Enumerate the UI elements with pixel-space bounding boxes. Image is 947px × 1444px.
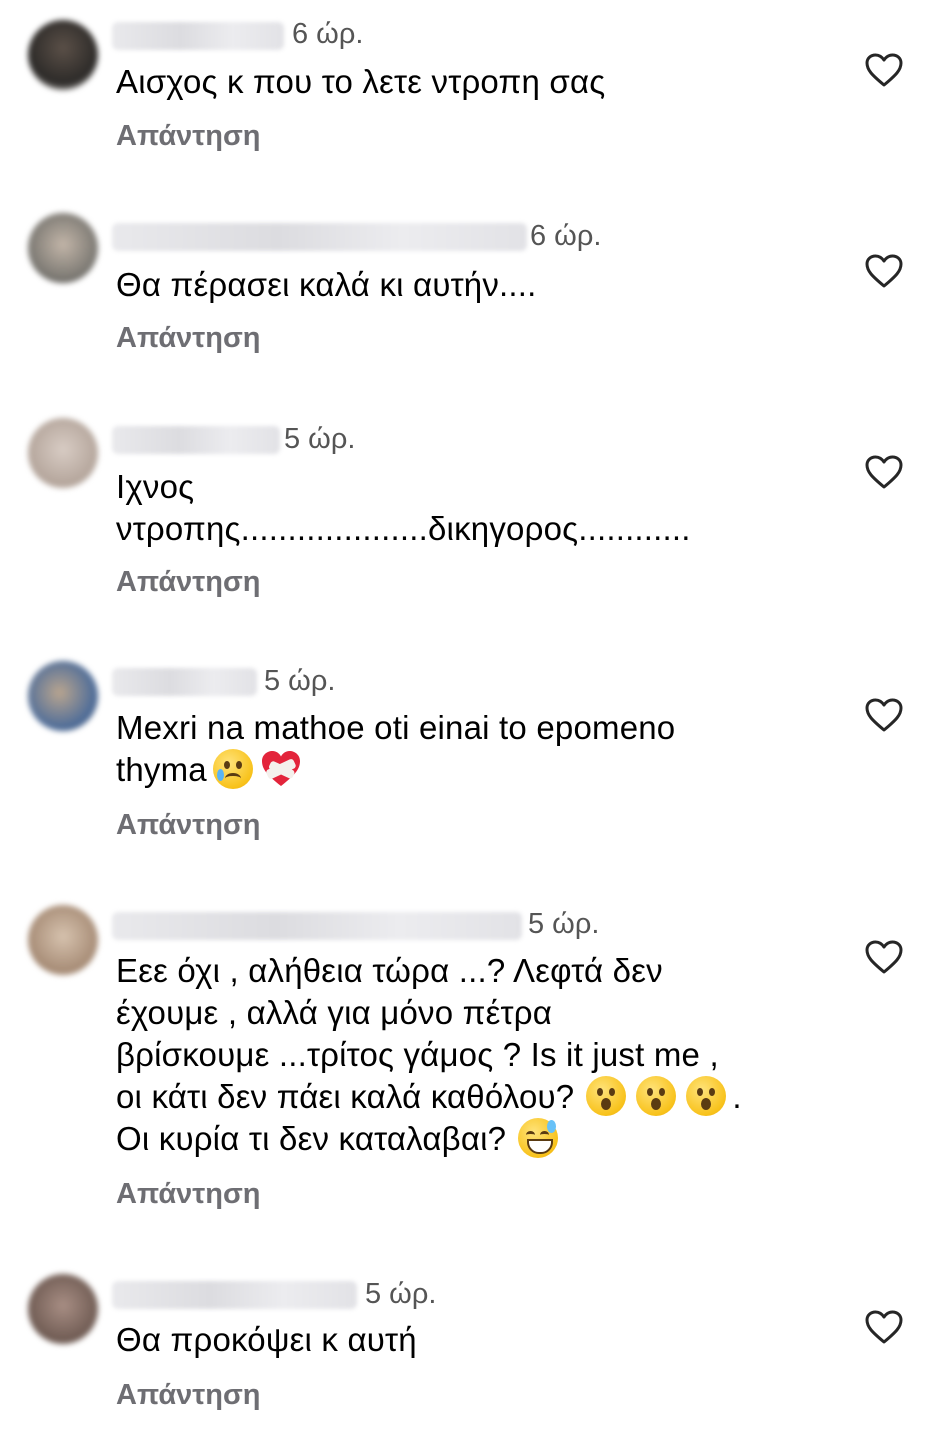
comment-text-line: Αισχος κ που το λετε ντροπη σας — [116, 63, 606, 100]
grinning-sweat-face-icon — [518, 1118, 559, 1158]
comment-time: 5 ώρ. — [284, 423, 356, 455]
reply-button[interactable]: Απάντηση — [116, 1178, 261, 1211]
username-blurred[interactable] — [112, 1281, 357, 1309]
comment-time: 6 ώρ. — [530, 220, 602, 252]
comment-text-line: Ιχνος — [116, 468, 195, 505]
comment-text-fragment: thyma — [116, 751, 207, 788]
reply-button[interactable]: Απάντηση — [116, 809, 261, 842]
username-blurred[interactable] — [112, 426, 280, 454]
comment-text-line: βρίσκουμε ...τρίτος γάμος ? Is it just m… — [116, 1036, 719, 1073]
username-blurred[interactable] — [112, 223, 527, 251]
avatar[interactable] — [28, 20, 98, 90]
comment-text-line-with-emoji: Οι κυρία τι δεν καταλαβαι? — [116, 1118, 836, 1160]
trailing-period: . — [732, 1078, 742, 1115]
mending-heart-icon — [261, 751, 300, 786]
heart-icon[interactable] — [864, 697, 904, 733]
comment-text-fragment: οι κάτι δεν πάει καλά καθόλου? — [116, 1078, 575, 1115]
username-blurred[interactable] — [112, 22, 284, 50]
avatar[interactable] — [28, 905, 98, 975]
heart-icon[interactable] — [864, 1309, 904, 1345]
heart-icon[interactable] — [864, 253, 904, 289]
comment-text-line-with-emoji: thyma — [116, 749, 836, 791]
comment-text: Θα προκόψει κ αυτή — [116, 1319, 836, 1361]
reply-button[interactable]: Απάντηση — [116, 322, 261, 355]
reply-button[interactable]: Απάντηση — [116, 120, 261, 153]
comment-time: 5 ώρ. — [365, 1278, 437, 1310]
comment-text-line: έχουμε , αλλά για μόνο πέτρα — [116, 994, 553, 1031]
comment-time: 5 ώρ. — [264, 665, 336, 697]
username-blurred[interactable] — [112, 912, 522, 940]
comment-time: 6 ώρ. — [292, 18, 364, 50]
hushed-face-icon — [686, 1076, 727, 1116]
heart-icon[interactable] — [864, 454, 904, 490]
comment-text-line: Mexri na mathoe oti einai to epomeno — [116, 709, 676, 746]
comment-text-line: ντροπης....................δικηγορος....… — [116, 510, 691, 547]
reply-button[interactable]: Απάντηση — [116, 1379, 261, 1412]
comment-time: 5 ώρ. — [528, 908, 600, 940]
hushed-face-icon — [586, 1076, 627, 1116]
avatar[interactable] — [28, 661, 98, 731]
crying-face-icon — [212, 749, 253, 789]
comment-text-line-with-emoji: οι κάτι δεν πάει καλά καθόλου?. — [116, 1076, 836, 1118]
heart-icon[interactable] — [864, 939, 904, 975]
username-blurred[interactable] — [112, 668, 257, 696]
heart-icon[interactable] — [864, 52, 904, 88]
comment-text: Ιχνος ντροπης....................δικηγορ… — [116, 466, 836, 550]
avatar[interactable] — [28, 418, 98, 488]
avatar[interactable] — [28, 213, 98, 283]
comment-text-line: Εεε όχι , αλήθεια τώρα ...? Λεφτά δεν — [116, 952, 663, 989]
hushed-face-icon — [636, 1076, 677, 1116]
comment-text-fragment: Οι κυρία τι δεν καταλαβαι? — [116, 1120, 507, 1157]
comment-text: Mexri na mathoe oti einai to epomeno thy… — [116, 707, 836, 791]
comment-text-line: Θα προκόψει κ αυτή — [116, 1321, 417, 1358]
avatar[interactable] — [28, 1274, 98, 1344]
comment-text-line: Θα πέρασει καλά κι αυτήν.... — [116, 266, 537, 303]
comment-text: Εεε όχι , αλήθεια τώρα ...? Λεφτά δεν έχ… — [116, 950, 836, 1160]
reply-button[interactable]: Απάντηση — [116, 566, 261, 599]
comment-text: Θα πέρασει καλά κι αυτήν.... — [116, 264, 836, 306]
comment-text: Αισχος κ που το λετε ντροπη σας — [116, 61, 836, 103]
